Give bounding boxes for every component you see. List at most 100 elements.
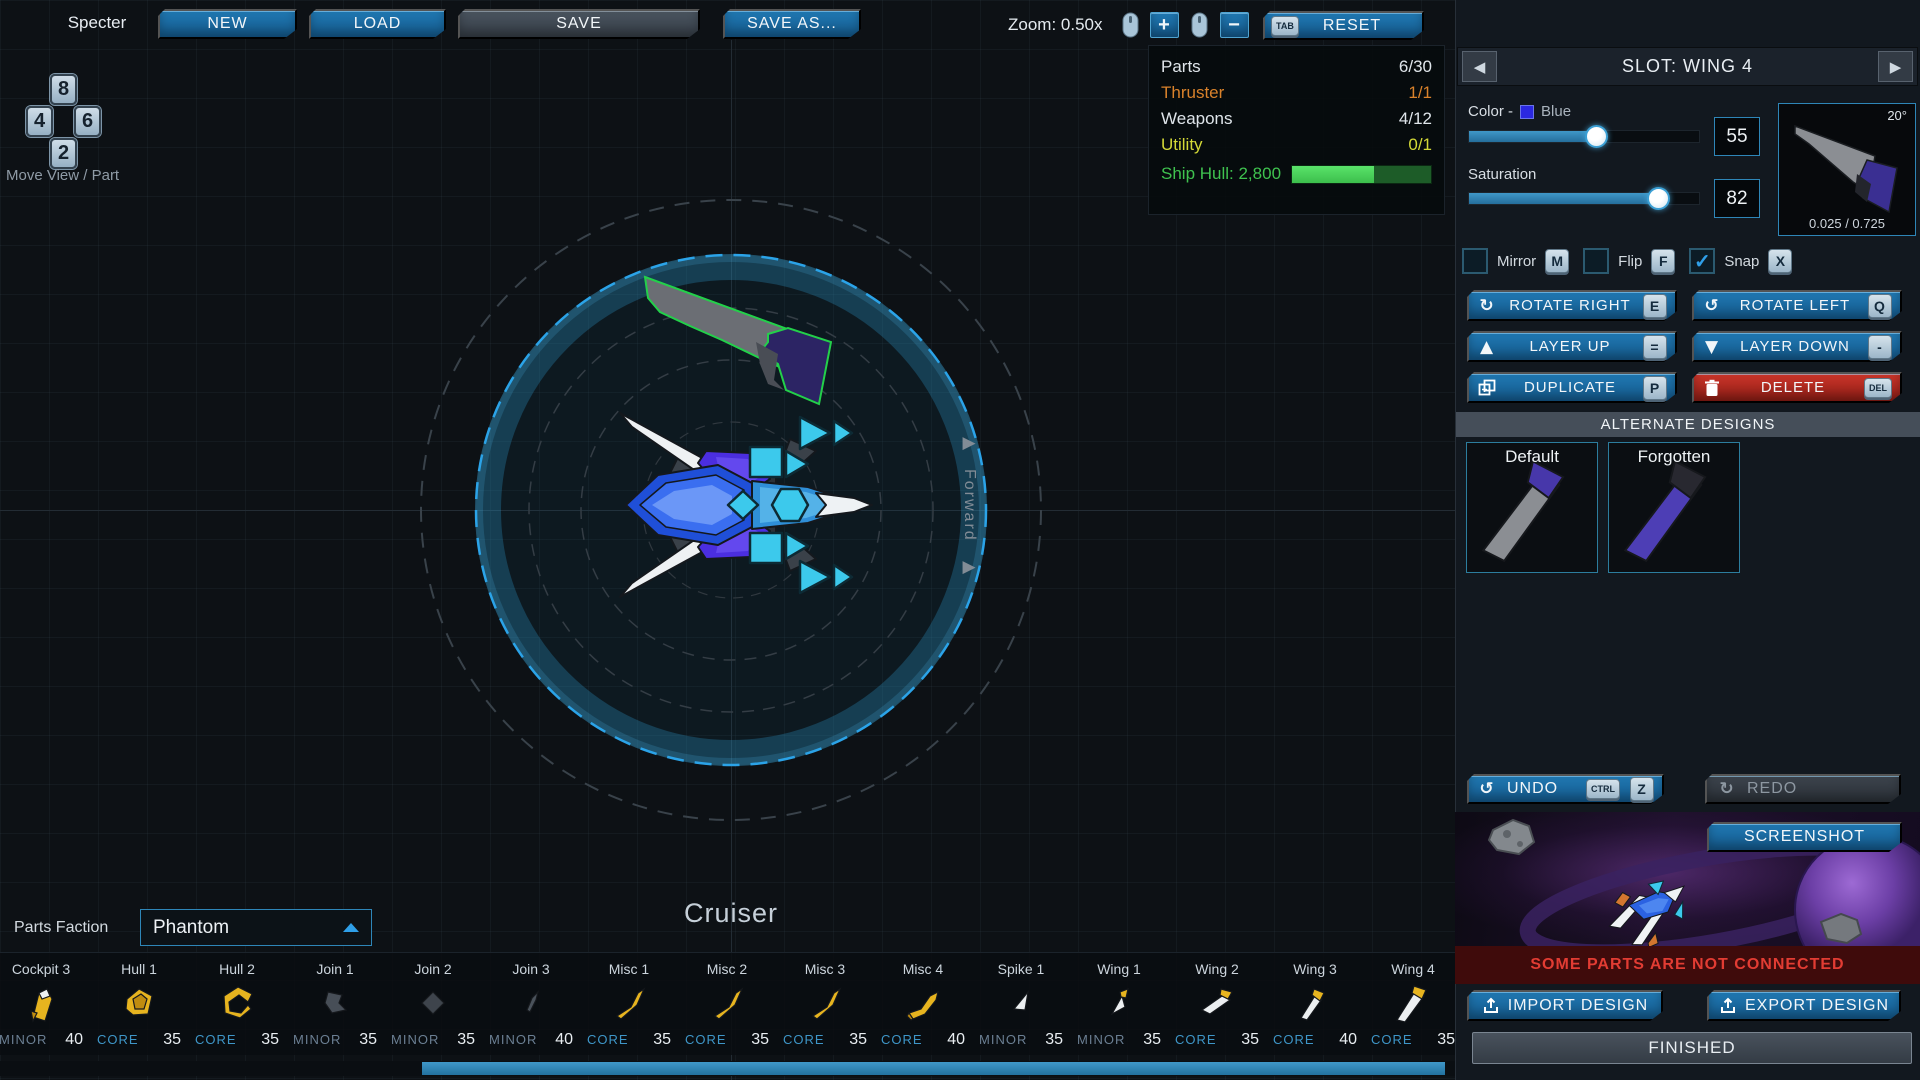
part-stat: MINOR35 (1077, 1031, 1161, 1049)
part-item-hull-2[interactable]: Hull 2CORE35 (188, 955, 286, 1055)
zoom-out-button[interactable]: − (1220, 12, 1249, 38)
reset-view-button[interactable]: TAB RESET (1263, 11, 1424, 40)
ctrl-keycap: CTRL (1586, 779, 1620, 799)
part-item-misc-1[interactable]: Misc 1CORE35 (580, 955, 678, 1055)
design-card-forgotten[interactable]: Forgotten (1608, 442, 1740, 573)
screenshot-button[interactable]: SCREENSHOT (1707, 822, 1902, 852)
slot-next-button[interactable]: ▶ (1878, 51, 1913, 82)
export-design-button[interactable]: EXPORT DESIGN (1707, 990, 1901, 1021)
flip-checkbox[interactable] (1583, 248, 1609, 274)
redo-button[interactable]: ↻ REDO (1705, 774, 1901, 804)
rotate-right-button[interactable]: ↻ ROTATE RIGHT E (1467, 290, 1677, 321)
toggle-row: MirrorMFlipF✓SnapX (1462, 243, 1912, 279)
color-slider[interactable] (1468, 130, 1700, 143)
duplicate-button[interactable]: DUPLICATE P (1467, 372, 1677, 403)
part-item-join-3[interactable]: Join 3MINOR40 (482, 955, 580, 1055)
part-name: Misc 4 (874, 961, 972, 977)
load-button[interactable]: LOAD (309, 9, 446, 39)
part-cost: 40 (65, 1031, 83, 1049)
m-keycap: M (1545, 249, 1569, 273)
part-item-wing-1[interactable]: Wing 1MINOR35 (1070, 955, 1168, 1055)
part-item-misc-4[interactable]: Misc 4 CORE40 (874, 955, 972, 1055)
tab-keycap: TAB (1271, 16, 1299, 36)
design-card-default[interactable]: Default (1466, 442, 1598, 573)
misc-part-icon (609, 983, 649, 1023)
stat-row-parts: Parts6/30 (1161, 54, 1432, 80)
saturation-slider[interactable] (1468, 192, 1700, 205)
part-item-spike-1[interactable]: Spike 1MINOR35 (972, 955, 1070, 1055)
ship-class-label: Cruiser (606, 898, 856, 929)
part-item-join-2[interactable]: Join 2MINOR35 (384, 955, 482, 1055)
ship-design[interactable] (600, 395, 900, 615)
part-name: Misc 3 (776, 961, 874, 977)
part-stat: CORE35 (97, 1031, 181, 1049)
part-item-join-1[interactable]: Join 1MINOR35 (286, 955, 384, 1055)
snap-checkbox[interactable]: ✓ (1689, 248, 1715, 274)
parts-faction-select[interactable]: Phantom (140, 909, 372, 946)
part-item-cockpit-3[interactable]: Cockpit 3MINOR40 (0, 955, 90, 1055)
finished-button[interactable]: FINISHED (1472, 1032, 1912, 1064)
layer-down-button[interactable]: ▼ LAYER DOWN - (1692, 331, 1902, 362)
part-cost: 35 (1045, 1031, 1063, 1049)
saturation-slider-handle[interactable] (1647, 187, 1670, 210)
part-cost: 40 (555, 1031, 573, 1049)
numpad-2-keycap: 2 (50, 138, 77, 169)
wing4-part-icon (1393, 983, 1433, 1023)
save-button[interactable]: SAVE (458, 9, 700, 39)
import-design-button[interactable]: IMPORT DESIGN (1467, 990, 1663, 1021)
part-item-misc-3[interactable]: Misc 3CORE35 (776, 955, 874, 1055)
hull2-part-icon (217, 983, 257, 1023)
chevron-right-icon: ▶ (1890, 58, 1902, 76)
design-name: Forgotten (1609, 447, 1739, 467)
slot-header: ◀ SLOT: WING 4 ▶ (1457, 47, 1918, 86)
cockpit-part-icon (21, 983, 61, 1023)
part-name: Misc 1 (580, 961, 678, 977)
part-cost: 35 (653, 1031, 671, 1049)
slot-previous-button[interactable]: ◀ (1462, 51, 1497, 82)
ship-editor-window: Cruiser ▶ Forward ▶ Specter NEW LOAD SAV… (0, 0, 1920, 1080)
part-item-hull-1[interactable]: Hull 1CORE35 (90, 955, 188, 1055)
duplicate-icon (1477, 379, 1497, 397)
layer-up-button[interactable]: ▲ LAYER UP = (1467, 331, 1677, 362)
part-item-wing-4[interactable]: Wing 4CORE35 (1364, 955, 1462, 1055)
part-preview-box: 20° 0.025 / 0.725 (1778, 103, 1916, 236)
part-cost: 35 (1241, 1031, 1259, 1049)
part-cost: 40 (1339, 1031, 1357, 1049)
parts-scrollbar[interactable] (422, 1062, 1445, 1075)
design-name: Default (1467, 447, 1597, 467)
part-item-wing-3[interactable]: Wing 3CORE40 (1266, 955, 1364, 1055)
numpad-8-keycap: 8 (50, 74, 77, 105)
part-name: Wing 4 (1364, 961, 1462, 977)
part-stat: CORE35 (685, 1031, 769, 1049)
wing3-part-icon (1295, 983, 1335, 1023)
move-hint-label: Move View / Part (6, 167, 176, 184)
reset-label: RESET (1323, 17, 1381, 35)
rotate-left-button[interactable]: ↺ ROTATE LEFT Q (1692, 290, 1902, 321)
part-stat: CORE35 (1175, 1031, 1259, 1049)
faction-selected-value: Phantom (153, 917, 229, 939)
q-keycap: Q (1868, 294, 1892, 318)
delete-button[interactable]: DELETE DEL (1692, 372, 1902, 403)
save-as-button[interactable]: SAVE AS... (723, 9, 861, 39)
part-stat: CORE40 (881, 1031, 965, 1049)
part-item-misc-2[interactable]: Misc 2CORE35 (678, 955, 776, 1055)
rotate-left-icon: ↺ (1702, 296, 1722, 316)
part-type-label: MINOR (489, 1032, 537, 1047)
zoom-in-button[interactable]: + (1150, 12, 1179, 38)
export-icon (1719, 997, 1737, 1015)
part-item-wing-2[interactable]: Wing 2CORE35 (1168, 955, 1266, 1055)
part-cost: 35 (261, 1031, 279, 1049)
color-value-box[interactable]: 55 (1714, 117, 1760, 156)
undo-button[interactable]: ↺ UNDO CTRL Z (1467, 774, 1664, 804)
color-slider-handle[interactable] (1585, 125, 1608, 148)
part-cost: 35 (751, 1031, 769, 1049)
undo-icon: ↺ (1477, 779, 1497, 799)
toggle-snap: ✓SnapX (1689, 248, 1792, 274)
new-button[interactable]: NEW (158, 9, 297, 39)
forward-arrow-bottom-icon: ▶ (951, 557, 987, 577)
chevron-up-icon (343, 923, 359, 932)
part-stat: MINOR35 (979, 1031, 1063, 1049)
x-keycap: X (1768, 249, 1792, 273)
saturation-value-box[interactable]: 82 (1714, 179, 1760, 218)
mirror-checkbox[interactable] (1462, 248, 1488, 274)
